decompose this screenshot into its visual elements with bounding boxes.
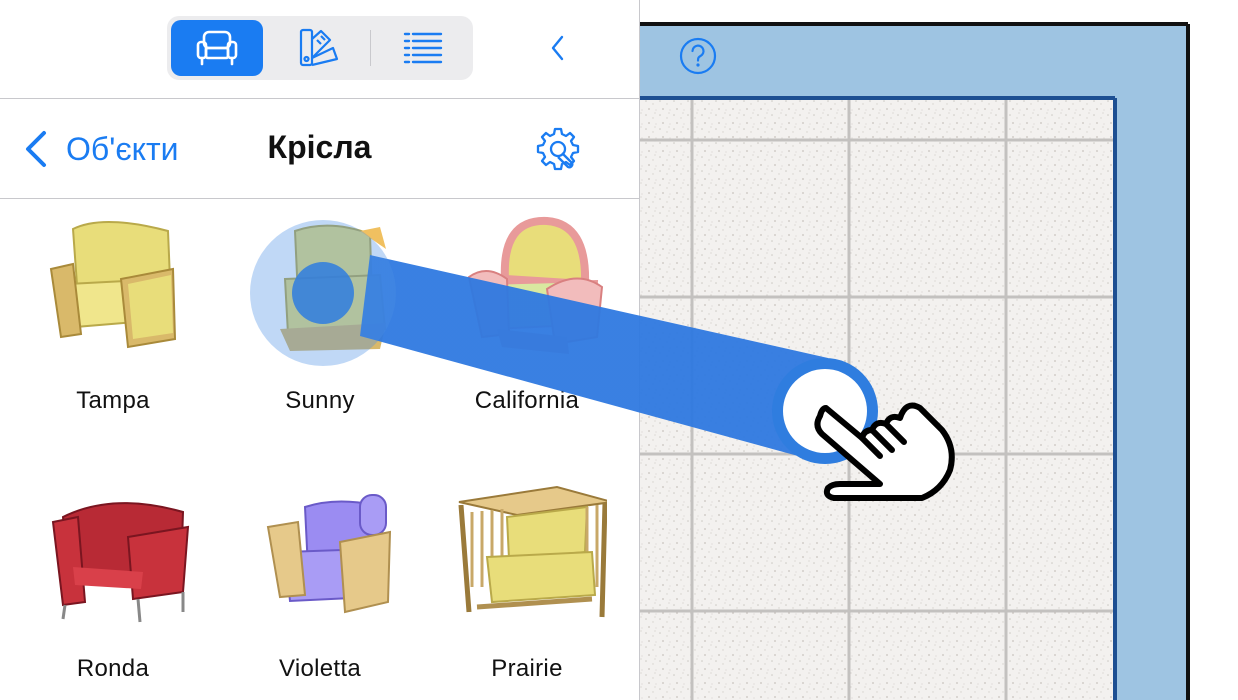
object-library-panel: Об'єкти Крісла Tampa Sunny California Ro… (0, 0, 640, 700)
tab-materials[interactable] (273, 20, 365, 76)
item-label-sunny: Sunny (285, 387, 355, 414)
chevron-left-icon (551, 35, 564, 61)
back-button-label: Об'єкти (66, 130, 179, 167)
floor-plan-drawing (640, 22, 1190, 700)
sunny-chair-thumbnail (280, 224, 387, 351)
list-item-sunny[interactable]: Sunny (220, 199, 420, 449)
violetta-chair-thumbnail (266, 494, 392, 614)
ronda-chair-thumbnail (51, 502, 190, 623)
chevron-back-icon (26, 131, 46, 167)
item-label-ronda: Ronda (76, 655, 150, 682)
gear-wrench-icon (536, 127, 580, 171)
list-item-prairie[interactable]: Prairie (427, 467, 627, 700)
object-grid: Tampa Sunny California Ronda Violetta Pr… (0, 199, 639, 700)
back-button[interactable]: Об'єкти (22, 127, 179, 171)
collapse-panel-button[interactable] (540, 30, 576, 66)
armchair-icon (196, 30, 238, 66)
help-button[interactable] (679, 37, 717, 75)
california-chair-thumbnail (467, 216, 604, 354)
tab-list[interactable] (377, 20, 469, 76)
view-mode-segmented-control (167, 16, 473, 80)
item-label-tampa: Tampa (76, 387, 150, 414)
color-swatches-icon (299, 28, 339, 67)
item-label-prairie: Prairie (491, 655, 563, 682)
list-item-tampa[interactable]: Tampa (13, 199, 213, 449)
list-icon (403, 32, 443, 64)
segment-divider (370, 30, 371, 66)
question-circle-icon (679, 37, 717, 75)
item-label-california: California (474, 387, 580, 414)
item-label-violetta: Violetta (278, 655, 362, 682)
list-item-violetta[interactable]: Violetta (220, 467, 420, 700)
settings-button[interactable] (535, 126, 581, 172)
list-item-ronda[interactable]: Ronda (13, 467, 213, 700)
tampa-chair-thumbnail (49, 221, 177, 349)
prairie-chair-thumbnail (458, 485, 607, 618)
list-item-california[interactable]: California (427, 199, 627, 449)
tab-objects[interactable] (171, 20, 263, 76)
floor-plan-canvas[interactable] (640, 0, 1238, 700)
